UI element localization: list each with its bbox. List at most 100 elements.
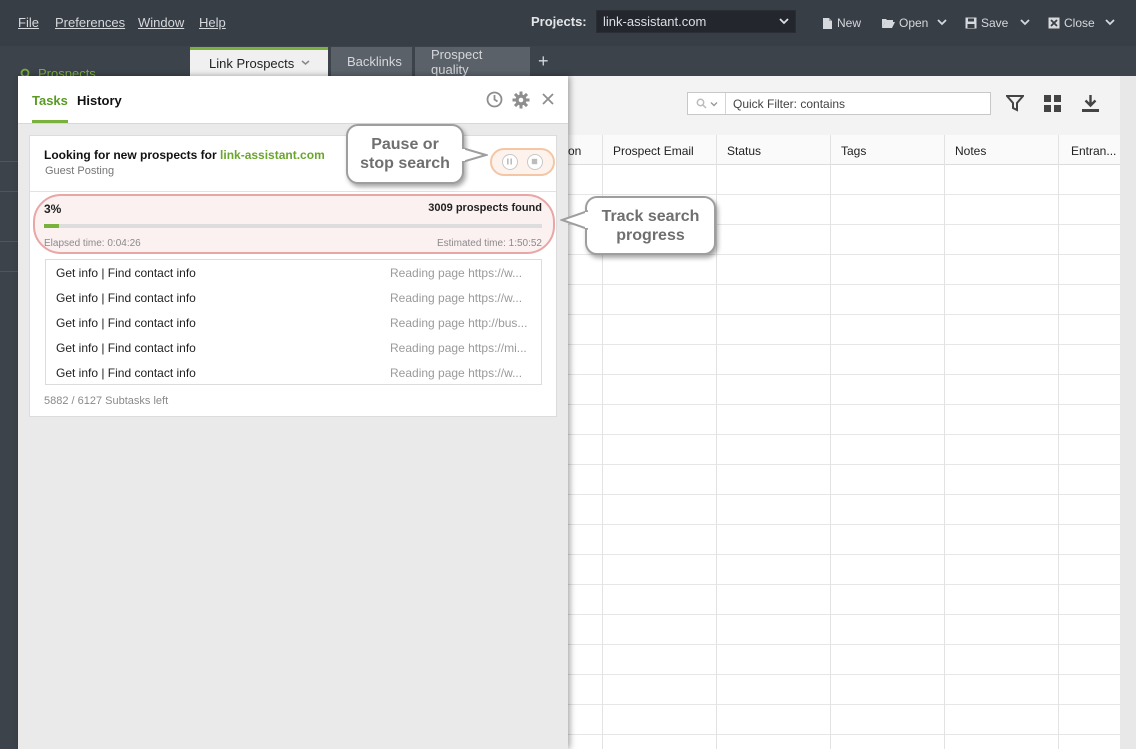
progress-percent: 3% [44,202,62,216]
stop-icon [531,158,538,165]
menu-preferences-label: Preferences [55,15,126,30]
progress-bar [44,224,542,228]
close-dropdown-chevron-icon[interactable] [1105,18,1115,26]
subtask-name: Get info | Find contact info [56,291,196,305]
tab-prospect-quality[interactable]: Prospect quality [415,46,530,77]
save-dropdown-chevron-icon[interactable] [1020,18,1030,26]
nav-divider [0,161,18,162]
tab-backlinks[interactable]: Backlinks [331,47,412,76]
pause-button[interactable] [502,154,518,170]
gear-icon[interactable] [512,91,530,109]
progress-bar-fill [44,224,59,228]
column-header-status[interactable]: Status [716,135,830,165]
grid-scrollbar[interactable] [1120,76,1136,749]
tab-history[interactable]: History [77,93,122,108]
menu-window[interactable]: Window [138,15,184,30]
floppy-disk-icon [965,17,977,29]
task-controls-highlight [490,148,555,176]
download-icon[interactable] [1082,95,1099,112]
menu-help-label: Help [199,15,226,30]
search-icon [696,98,707,109]
stop-button[interactable] [527,154,543,170]
subtask-name: Get info | Find contact info [56,266,196,280]
task-divider [30,191,556,192]
filter-funnel-icon[interactable] [1006,95,1024,112]
nav-divider [0,241,18,242]
save-button-label: Save [981,16,1009,30]
list-item[interactable]: Get info | Find contact info Reading pag… [46,260,541,285]
subtask-name: Get info | Find contact info [56,316,196,330]
pause-icon [507,158,512,165]
menu-file-label: File [18,15,39,30]
open-dropdown-chevron-icon[interactable] [937,18,947,26]
task-title: Looking for new prospects for link-assis… [44,148,325,162]
menu-window-label: Window [138,15,185,30]
grid-column-line [944,135,945,749]
task-title-prefix: Looking for new prospects for [44,148,217,162]
grid-column-line [1058,135,1059,749]
menu-help[interactable]: Help [199,15,226,30]
new-file-icon [823,17,832,29]
tab-link-prospects-label: Link Prospects [209,55,295,71]
save-button[interactable]: Save [965,15,1008,31]
subtask-status: Reading page http://bus... [390,316,528,330]
column-header-notes[interactable]: Notes [944,135,1058,165]
task-card: Looking for new prospects for link-assis… [29,135,557,417]
menubar: File Preferences Window Help Projects: l… [0,0,1136,46]
column-header-prospect-email[interactable]: Prospect Email [602,135,716,165]
pause-callout-pointer [462,147,488,163]
track-callout: Track search progress [585,196,716,255]
pause-callout-line1: Pause or [371,136,439,153]
prospects-found-count: 3009 prospects found [428,202,542,214]
projects-label: Projects: [531,14,587,29]
list-item[interactable]: Get info | Find contact info Reading pag… [46,335,541,360]
pause-callout: Pause or stop search [346,124,464,184]
close-button-label: Close [1064,16,1095,30]
chevron-down-icon [779,18,789,25]
project-select[interactable]: link-assistant.com [596,10,796,33]
open-button[interactable]: Open [881,15,928,31]
grid-layout-icon[interactable] [1044,95,1061,112]
list-item[interactable]: Get info | Find contact info Reading pag… [46,285,541,310]
subtask-status: Reading page https://w... [390,291,523,305]
menu-file[interactable]: File [18,15,39,30]
open-button-label: Open [899,16,929,30]
pause-callout-line2: stop search [360,155,450,172]
subtask-list: Get info | Find contact info Reading pag… [45,259,542,385]
subtask-status: Reading page https://mi... [390,341,527,355]
estimated-time: Estimated time: 1:50:52 [436,238,542,249]
task-subtitle: Guest Posting [45,165,115,177]
clock-icon[interactable] [486,91,503,108]
add-tab-button[interactable]: + [538,52,549,70]
tab-link-prospects[interactable]: Link Prospects [190,47,328,76]
menu-preferences[interactable]: Preferences [55,15,125,30]
track-callout-line2: progress [616,227,685,244]
filter-search-dropdown[interactable] [688,93,726,114]
quick-filter[interactable]: Quick Filter: contains [687,92,991,115]
track-callout-line1: Track search [601,208,700,225]
quick-filter-input[interactable]: Quick Filter: contains [733,97,845,111]
list-item[interactable]: Get info | Find contact info Reading pag… [46,360,541,385]
nav-divider [0,271,18,272]
tab-prospect-quality-label: Prospect quality [431,46,483,77]
task-project-link[interactable]: link-assistant.com [220,148,325,162]
close-box-icon [1048,17,1060,29]
subtask-name: Get info | Find contact info [56,366,196,380]
subtask-status: Reading page https://w... [390,366,523,380]
close-icon[interactable] [542,93,554,105]
chevron-down-icon[interactable] [301,59,310,66]
nav-divider [0,191,18,192]
chevron-down-icon [710,101,717,106]
column-header-tags[interactable]: Tags [830,135,944,165]
project-select-value: link-assistant.com [603,14,707,29]
close-button[interactable]: Close [1048,15,1095,31]
new-button[interactable]: New [822,15,861,31]
track-callout-pointer [560,210,588,230]
elapsed-time: Elapsed time: 0:04:26 [44,238,141,249]
column-header-entrance[interactable]: Entran... [1058,135,1120,165]
folder-open-icon [882,19,895,28]
tab-tasks[interactable]: Tasks [32,93,68,108]
tab-tasks-underline [32,120,68,123]
list-item[interactable]: Get info | Find contact info Reading pag… [46,310,541,335]
tasks-panel-header: Tasks History [18,76,568,124]
